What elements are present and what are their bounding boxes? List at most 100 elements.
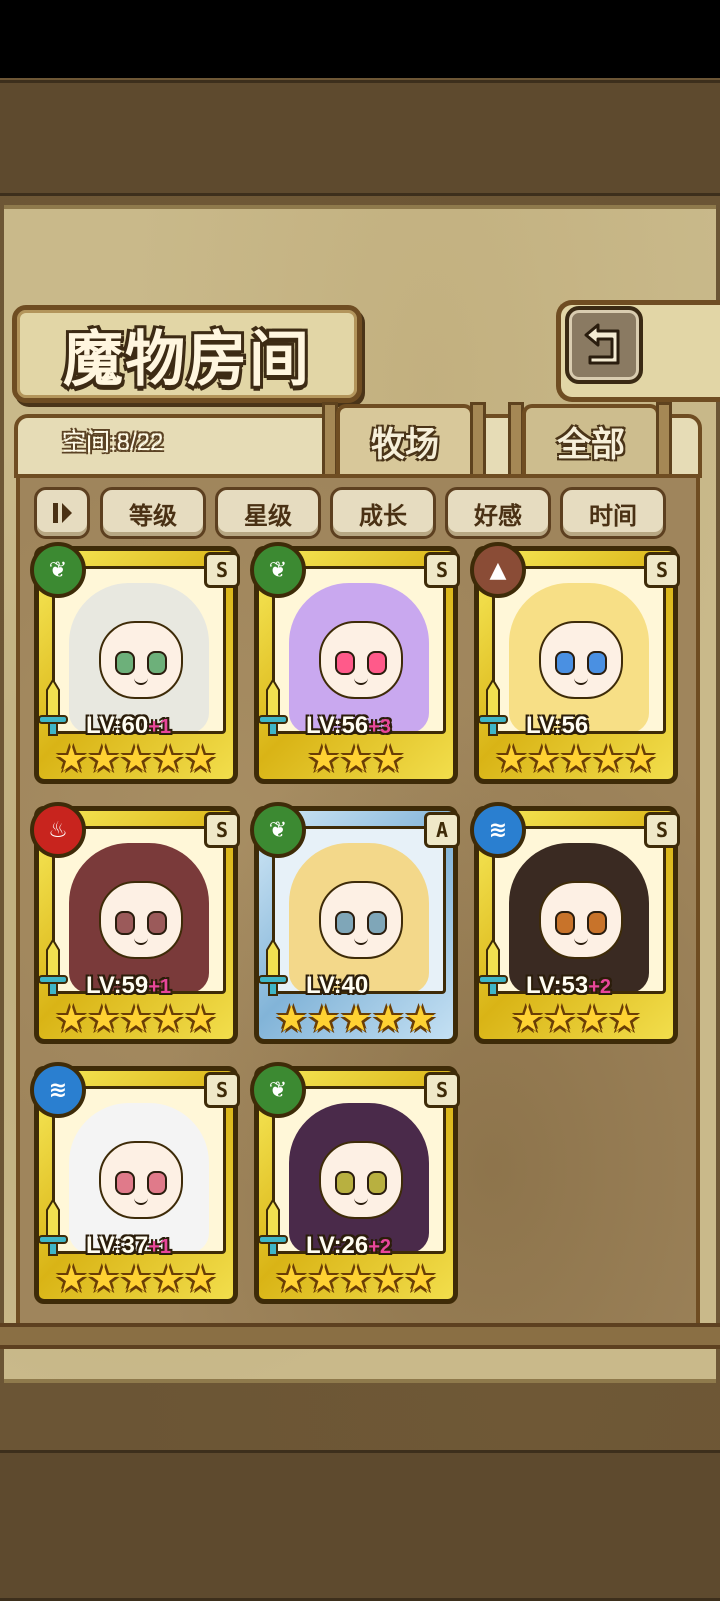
level-label: LV:40	[306, 972, 368, 1000]
tab-ranch[interactable]: 牧场	[336, 404, 474, 474]
portrait-eye	[587, 651, 607, 675]
star-icon: ★	[339, 999, 373, 1040]
portrait-mouth	[354, 1197, 368, 1205]
portrait-eye	[555, 651, 575, 675]
portrait-face	[539, 621, 623, 699]
portrait-eye	[335, 911, 355, 935]
portrait-mouth	[354, 937, 368, 945]
star-icon: ★	[372, 1259, 405, 1300]
star-icon: ★	[576, 999, 609, 1040]
level-value: LV:40	[306, 972, 369, 999]
level-value: LV:56	[526, 712, 589, 739]
rank-badge: S	[644, 812, 680, 848]
level-value: LV:59	[86, 972, 149, 999]
star-icon: ★	[184, 1259, 217, 1300]
star-icon: ★	[339, 739, 373, 780]
monster-card[interactable]: ❦ S LV:56+3 ★ ★ ★	[250, 542, 460, 784]
level-label: LV:26+2	[306, 1232, 391, 1260]
sort-by-time-button[interactable]: 时间	[560, 487, 666, 539]
sort-order-toggle[interactable]	[34, 487, 90, 539]
star-icon: ★	[559, 739, 593, 780]
level-bonus: +1	[148, 716, 172, 738]
level-label: LV:56	[526, 712, 588, 740]
portrait-face	[99, 881, 183, 959]
star-icon: ★	[119, 739, 153, 780]
portrait-eye	[367, 651, 387, 675]
sword-icon	[258, 1198, 288, 1256]
level-value: LV:37	[86, 1232, 149, 1259]
portrait-eye	[147, 1171, 167, 1195]
level-bonus: +3	[368, 716, 392, 738]
sword-icon	[258, 678, 288, 736]
monster-portrait	[272, 826, 446, 994]
portrait-mouth	[134, 937, 148, 945]
status-bar-area	[0, 0, 720, 78]
top-map-strip	[0, 80, 720, 196]
portrait-eye	[555, 911, 575, 935]
monster-card[interactable]: ≋ S LV:37+1 ★ ★ ★ ★ ★	[30, 1062, 240, 1304]
sort-by-stars-button[interactable]: 星级	[215, 487, 321, 539]
rank-badge: S	[424, 1072, 460, 1108]
level-label: LV:59+1	[86, 972, 171, 1000]
tab-all[interactable]: 全部	[522, 404, 660, 474]
portrait-eye	[115, 911, 135, 935]
leaf-icon: ❦	[250, 1062, 306, 1118]
portrait-face	[539, 881, 623, 959]
portrait-eye	[115, 651, 135, 675]
portrait-mouth	[134, 677, 148, 685]
monster-card[interactable]: ≋ S LV:53+2 ★ ★ ★ ★	[470, 802, 680, 1044]
star-icon: ★	[87, 1259, 120, 1300]
monster-card[interactable]: ♨ S LV:59+1 ★ ★ ★ ★ ★	[30, 802, 240, 1044]
rank-badge: S	[204, 1072, 240, 1108]
level-bonus: +2	[588, 976, 612, 998]
back-button[interactable]	[565, 306, 643, 384]
rank-badge: A	[424, 812, 460, 848]
level-bonus: +1	[148, 1236, 172, 1258]
star-icon: ★	[511, 999, 544, 1040]
star-icon: ★	[307, 1259, 340, 1300]
monster-portrait	[52, 566, 226, 734]
portrait-face	[99, 1141, 183, 1219]
monster-portrait	[492, 826, 666, 994]
star-icon: ★	[372, 739, 405, 780]
star-icon: ★	[184, 739, 217, 780]
monster-card[interactable]: ▲ S LV:56 ★ ★ ★ ★ ★	[470, 542, 680, 784]
space-counter: 空间:8/22	[62, 429, 164, 456]
level-bonus: +2	[368, 1236, 392, 1258]
star-icon: ★	[55, 1259, 88, 1300]
star-icon: ★	[275, 999, 308, 1040]
star-rating: ★ ★ ★	[254, 742, 458, 778]
star-rating: ★ ★ ★ ★ ★	[474, 742, 678, 778]
monster-card[interactable]: ❦ S LV:26+2 ★ ★ ★ ★ ★	[250, 1062, 460, 1304]
sword-icon	[38, 678, 68, 736]
leaf-icon: ❦	[250, 542, 306, 598]
sort-by-affinity-button[interactable]: 好感	[445, 487, 551, 539]
leaf-icon: ❦	[30, 542, 86, 598]
sort-by-level-button[interactable]: 等级	[100, 487, 206, 539]
portrait-eye	[587, 911, 607, 935]
portrait-mouth	[574, 937, 588, 945]
star-rating: ★ ★ ★ ★ ★	[254, 1002, 458, 1038]
star-icon: ★	[307, 999, 340, 1040]
star-icon: ★	[87, 739, 120, 780]
monster-card[interactable]: ❦ S LV:60+1 ★ ★ ★ ★ ★	[30, 542, 240, 784]
monster-card[interactable]: ❦ A LV:40 ★ ★ ★ ★ ★	[250, 802, 460, 1044]
bottom-map-strip	[0, 1450, 720, 1601]
wave-icon: ≋	[30, 1062, 86, 1118]
star-icon: ★	[307, 739, 340, 780]
star-icon: ★	[543, 999, 576, 1040]
portrait-eye	[367, 1171, 387, 1195]
portrait-eye	[147, 651, 167, 675]
portrait-face	[319, 1141, 403, 1219]
sword-icon	[38, 1198, 68, 1256]
star-icon: ★	[119, 1259, 153, 1300]
star-icon: ★	[152, 1259, 185, 1300]
rank-badge: S	[424, 552, 460, 588]
portrait-eye	[367, 911, 387, 935]
level-label: LV:60+1	[86, 712, 171, 740]
level-label: LV:37+1	[86, 1232, 171, 1260]
star-rating: ★ ★ ★ ★ ★	[34, 1002, 238, 1038]
portrait-mouth	[134, 1197, 148, 1205]
sort-by-growth-button[interactable]: 成长	[330, 487, 436, 539]
star-icon: ★	[152, 999, 185, 1040]
